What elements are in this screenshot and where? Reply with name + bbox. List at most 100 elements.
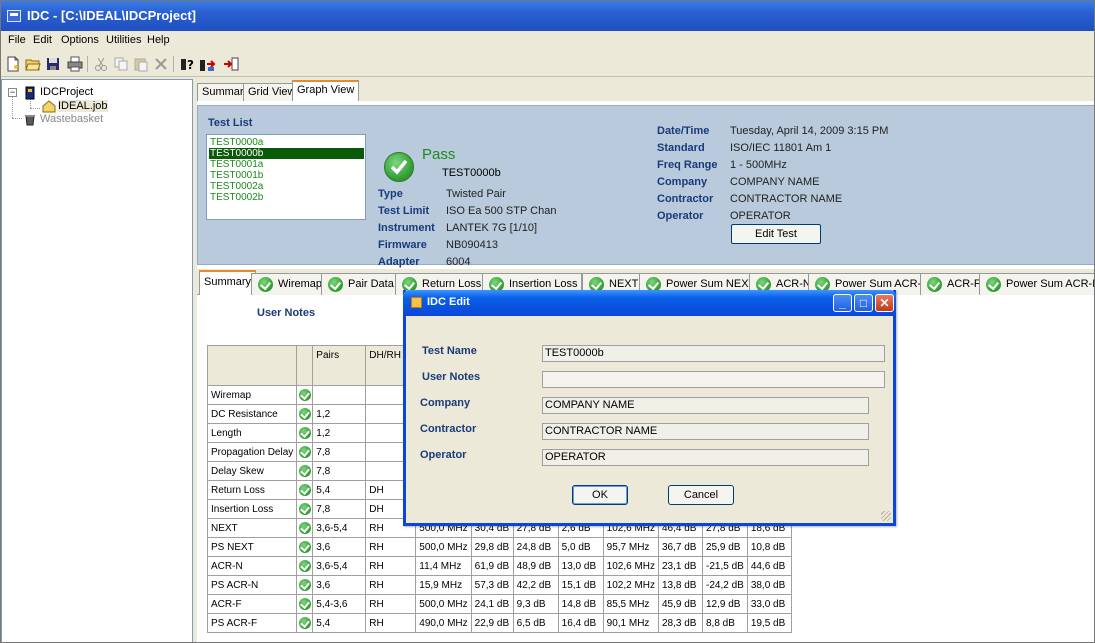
test-list[interactable]: TEST0000a TEST0000b TEST0001a TEST0001b … [206,134,366,220]
tab-power-sum-acr-f[interactable]: Power Sum ACR-F [979,273,1094,295]
test-list-item[interactable]: TEST0001b [209,170,364,181]
pass-check-icon [298,522,311,534]
pairs-cell: 7,8 [312,499,367,519]
operator-value: OPERATOR [730,210,791,222]
tree-item-wastebasket[interactable]: Wastebasket [2,113,192,127]
tab-result-summary[interactable]: Summary [199,270,257,295]
value-cell: 5,0 dB [557,537,604,557]
operator-label: Operator [657,210,704,222]
test-name-field[interactable]: TEST0000b [542,345,885,362]
value-cell: 28,3 dB [658,613,703,633]
table-row[interactable]: PS ACR-F 5,4 RH 490,0 MHz 22,9 dB 6,5 dB 16,4 … [206,613,792,633]
row-name-cell: ACR-F [206,594,298,614]
pass-check-icon [986,277,1001,292]
table-row[interactable]: PS NEXT 3,6 RH 500,0 MHz 29,8 dB 24,8 dB 5,0 d… [206,537,792,557]
tab-graph-view[interactable]: Graph View [292,80,360,101]
copy-icon[interactable] [113,56,129,72]
test-list-item-selected[interactable]: TEST0000b [209,148,364,159]
collapse-icon[interactable]: − [8,88,17,97]
edit-test-button[interactable]: Edit Test [731,224,821,244]
pass-check-icon [298,427,311,439]
tab-acr-f[interactable]: ACR-F [920,273,986,295]
value-cell: 61,9 dB [470,556,514,576]
value-cell: 16,4 dB [557,613,604,633]
tab-label: ACR-N [776,278,811,290]
menu-utilities[interactable]: Utilities [106,34,141,46]
dh-rh-cell: RH [365,575,417,595]
value-cell: 102,2 MHz [602,575,660,595]
open-folder-icon[interactable] [25,56,41,72]
ok-button[interactable]: OK [572,485,628,505]
pass-status: Pass [422,146,456,163]
cut-icon[interactable] [93,56,109,72]
value-cell: -21,5 dB [702,556,748,576]
pairs-cell: 3,6-5,4 [312,556,367,576]
menu-help[interactable]: Help [147,34,170,46]
value-cell: 15,9 MHz [415,575,472,595]
pass-check-icon [298,408,311,420]
value-cell: 13,0 dB [557,556,604,576]
value-cell: 102,6 MHz [602,556,660,576]
operator-field[interactable]: OPERATOR [542,449,869,466]
tab-label: Wiremap [278,278,323,290]
user-notes-field[interactable] [542,371,885,388]
tab-label: Power Sum ACR-N [835,278,930,290]
transfer-icon[interactable] [199,56,215,72]
table-row[interactable]: ACR-F 5,4-3,6 RH 500,0 MHz 24,1 dB 9,3 dB 14,8… [206,594,792,614]
wastebasket-icon [25,115,35,126]
firmware-label: Firmware [378,239,427,251]
pass-check-icon [298,579,311,591]
test-name-display: TEST0000b [442,167,501,179]
test-list-item[interactable]: TEST0002b [209,192,364,203]
freq-range-label: Freq Range [657,159,718,171]
minimize-icon[interactable]: _ [833,294,852,312]
pairs-cell: 3,6 [312,537,367,557]
new-file-icon[interactable] [5,56,21,72]
help-icon[interactable]: ? [179,56,195,72]
pairs-cell: 3,6 [312,575,367,595]
dialog-title-bar: IDC Edit _ □ ✕ [403,290,896,316]
tab-wiremap[interactable]: Wiremap [251,273,328,295]
test-list-item[interactable]: TEST0000a [209,137,364,148]
import-icon[interactable] [223,56,239,72]
menu-options[interactable]: Options [61,34,99,46]
tree-item-job[interactable]: IDEAL.job [2,100,192,114]
menu-file[interactable]: File [8,34,26,46]
cancel-button[interactable]: Cancel [668,485,734,505]
tab-label: NEXT [609,278,639,290]
save-icon[interactable] [45,56,61,72]
table-row[interactable]: PS ACR-N 3,6 RH 15,9 MHz 57,3 dB 42,2 dB 15,1 … [206,575,792,595]
test-limit-value: ISO Ea 500 STP Chan [446,205,557,217]
row-name-cell: PS ACR-N [206,575,298,595]
project-icon [25,86,35,100]
test-list-title: Test List [208,117,253,129]
tab-pair-data[interactable]: Pair Data [321,273,399,295]
maximize-icon[interactable]: □ [854,294,873,312]
delete-icon[interactable] [153,56,169,72]
toolbar-separator [87,56,88,72]
paste-icon[interactable] [133,56,149,72]
user-notes-field-label: User Notes [422,371,481,383]
app-window: IDC - [C:\IDEAL\IDCProject] File Edit Op… [0,0,1095,643]
app-icon [7,10,21,22]
contractor-field[interactable]: CONTRACTOR NAME [542,423,869,440]
print-icon[interactable] [67,56,83,72]
menu-edit[interactable]: Edit [33,34,52,46]
tab-label: Pair Data [348,278,394,290]
test-list-item[interactable]: TEST0001a [209,159,364,170]
company-field[interactable]: COMPANY NAME [542,397,869,414]
firmware-value: NB090413 [446,239,498,251]
pass-check-icon [298,541,311,553]
resize-grip[interactable] [881,511,891,521]
pairs-cell [312,385,367,405]
row-name-cell: Insertion Loss [206,499,298,519]
tree-item-project[interactable]: − IDCProject [2,86,192,100]
pairs-cell: 3,6-5,4 [312,518,367,538]
pass-cell [296,385,314,405]
value-cell: 22,9 dB [470,613,514,633]
close-icon[interactable]: ✕ [875,294,894,312]
value-cell: 36,7 dB [658,537,703,557]
table-row[interactable]: ACR-N 3,6-5,4 RH 11,4 MHz 61,9 dB 48,9 dB 13,0… [206,556,792,576]
value-cell: 45,9 dB [658,594,703,614]
test-list-item[interactable]: TEST0002a [209,181,364,192]
